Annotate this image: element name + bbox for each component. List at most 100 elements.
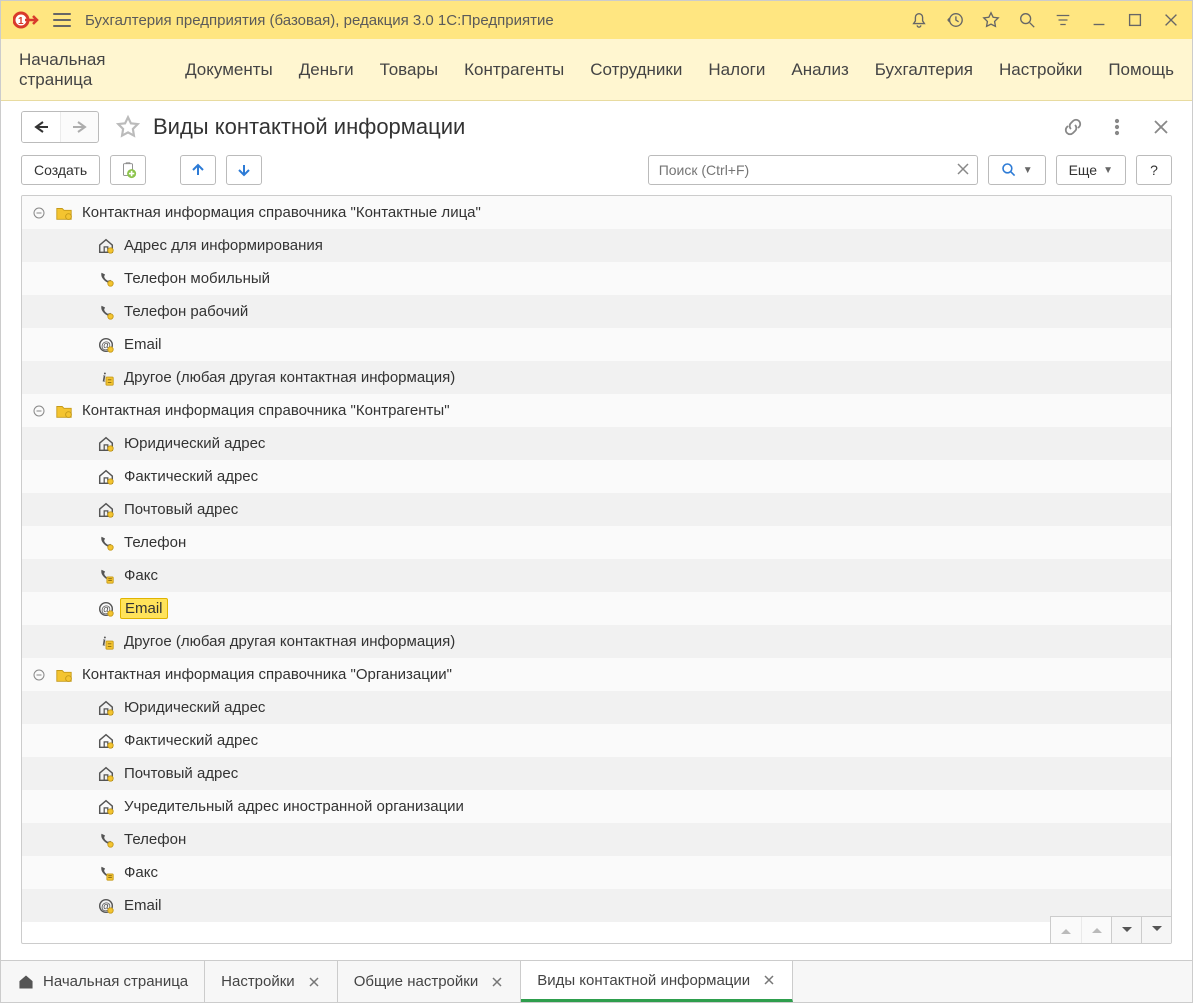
tree-item-label: Телефон (124, 534, 186, 551)
search-icon[interactable] (1018, 11, 1036, 29)
titlebar-tools (910, 11, 1180, 29)
bottom-tab-2[interactable]: Общие настройки (338, 961, 522, 1002)
tree-item[interactable]: Почтовый адрес (22, 757, 1171, 790)
tree-item[interactable]: Телефон рабочий (22, 295, 1171, 328)
phone-icon (96, 831, 116, 849)
bottom-tab-1[interactable]: Настройки (205, 961, 338, 1002)
tree-item[interactable]: Учредительный адрес иностранной организа… (22, 790, 1171, 823)
tree-item[interactable]: Почтовый адрес (22, 493, 1171, 526)
titlebar: 1 Бухгалтерия предприятия (базовая), ред… (1, 1, 1192, 39)
tree-item[interactable]: Email (22, 328, 1171, 361)
search-execute-button[interactable]: ▼ (988, 155, 1046, 185)
phone-icon (96, 534, 116, 552)
menu-item-2[interactable]: Деньги (299, 60, 354, 80)
tree-item-label: Юридический адрес (124, 435, 265, 452)
address-icon (96, 732, 116, 750)
tree-item[interactable]: Другое (любая другая контактная информац… (22, 361, 1171, 394)
minimize-icon[interactable] (1090, 11, 1108, 29)
tree-item-label: Фактический адрес (124, 468, 258, 485)
filter-icon[interactable] (1054, 11, 1072, 29)
more-button-label: Еще (1069, 162, 1098, 178)
history-icon[interactable] (946, 11, 964, 29)
tree-item-label: Email (124, 336, 162, 353)
page-header: Виды контактной информации (1, 101, 1192, 151)
tree-nav-down[interactable] (1111, 917, 1141, 943)
tree-nav-up[interactable] (1081, 917, 1111, 943)
menu-item-3[interactable]: Товары (380, 60, 438, 80)
search-clear-icon[interactable] (954, 160, 972, 178)
hamburger-icon[interactable] (53, 13, 71, 27)
menu-item-5[interactable]: Сотрудники (590, 60, 682, 80)
menu-item-0[interactable]: Начальная страница (19, 50, 159, 90)
create-button[interactable]: Создать (21, 155, 100, 185)
create-copy-button[interactable] (110, 155, 146, 185)
menu-item-10[interactable]: Помощь (1108, 60, 1174, 80)
move-down-button[interactable] (226, 155, 262, 185)
bottom-tabs: Начальная страница Настройки Общие настрой… (1, 960, 1192, 1002)
tree-item[interactable]: Телефон (22, 526, 1171, 559)
more-button[interactable]: Еще▼ (1056, 155, 1126, 185)
tree-item[interactable]: Факс (22, 856, 1171, 889)
menu-item-9[interactable]: Настройки (999, 60, 1082, 80)
menu-item-7[interactable]: Анализ (791, 60, 848, 80)
help-button[interactable]: ? (1136, 155, 1172, 185)
info-icon (96, 369, 116, 387)
tree-nav-bottom[interactable] (1141, 917, 1171, 943)
fax-icon (96, 864, 116, 882)
tree-group[interactable]: Контактная информация справочника "Контр… (22, 394, 1171, 427)
tree-item[interactable]: Адрес для информирования (22, 229, 1171, 262)
address-icon (96, 699, 116, 717)
tree-group[interactable]: Контактная информация справочника "Орган… (22, 658, 1171, 691)
tree-item[interactable]: Другое (любая другая контактная информац… (22, 625, 1171, 658)
tree-item-label: Другое (любая другая контактная информац… (124, 633, 455, 650)
tree-item[interactable]: Телефон (22, 823, 1171, 856)
tree-item-label: Телефон (124, 831, 186, 848)
menu-item-4[interactable]: Контрагенты (464, 60, 564, 80)
collapse-icon[interactable] (32, 668, 46, 682)
toolbar: Создать ▼ Еще▼ ? (1, 151, 1192, 195)
menu-item-8[interactable]: Бухгалтерия (875, 60, 973, 80)
tree-nav-top[interactable] (1051, 917, 1081, 943)
bottom-tab-label: Общие настройки (354, 973, 479, 990)
folder-icon (54, 204, 74, 222)
tree-item[interactable]: Email (22, 592, 1171, 625)
home-icon (17, 973, 35, 991)
tree-item[interactable]: Юридический адрес (22, 691, 1171, 724)
bottom-tab-0[interactable]: Начальная страница (1, 961, 205, 1002)
search-input[interactable] (648, 155, 978, 185)
favorite-toggle-icon[interactable] (115, 114, 141, 140)
tree-item-label: Факс (124, 567, 158, 584)
tree-item[interactable]: Email (22, 889, 1171, 922)
bottom-tab-3[interactable]: Виды контактной информации (521, 961, 793, 1002)
close-page-icon[interactable] (1150, 116, 1172, 138)
bell-icon[interactable] (910, 11, 928, 29)
nav-back-button[interactable] (22, 112, 60, 142)
tree-item[interactable]: Телефон мобильный (22, 262, 1171, 295)
link-icon[interactable] (1062, 116, 1084, 138)
close-window-icon[interactable] (1162, 11, 1180, 29)
kebab-menu-icon[interactable] (1106, 116, 1128, 138)
tab-close-icon[interactable] (490, 975, 504, 989)
tree-item[interactable]: Юридический адрес (22, 427, 1171, 460)
collapse-icon[interactable] (32, 404, 46, 418)
collapse-icon[interactable] (32, 206, 46, 220)
bottom-tab-label: Начальная страница (43, 973, 188, 990)
address-icon (96, 798, 116, 816)
tree-group[interactable]: Контактная информация справочника "Конта… (22, 196, 1171, 229)
email-icon (96, 336, 116, 354)
tree-container: Контактная информация справочника "Конта… (21, 195, 1172, 944)
menu-item-6[interactable]: Налоги (708, 60, 765, 80)
tree-item[interactable]: Факс (22, 559, 1171, 592)
menu-item-1[interactable]: Документы (185, 60, 273, 80)
tab-close-icon[interactable] (762, 973, 776, 987)
star-icon[interactable] (982, 11, 1000, 29)
maximize-icon[interactable] (1126, 11, 1144, 29)
tree-item-label: Почтовый адрес (124, 765, 238, 782)
move-up-button[interactable] (180, 155, 216, 185)
tree-item-label: Факс (124, 864, 158, 881)
tree-item[interactable]: Фактический адрес (22, 460, 1171, 493)
tree-item[interactable]: Фактический адрес (22, 724, 1171, 757)
nav-forward-button[interactable] (60, 112, 98, 142)
tab-close-icon[interactable] (307, 975, 321, 989)
tree-group-label: Контактная информация справочника "Конта… (82, 204, 481, 221)
